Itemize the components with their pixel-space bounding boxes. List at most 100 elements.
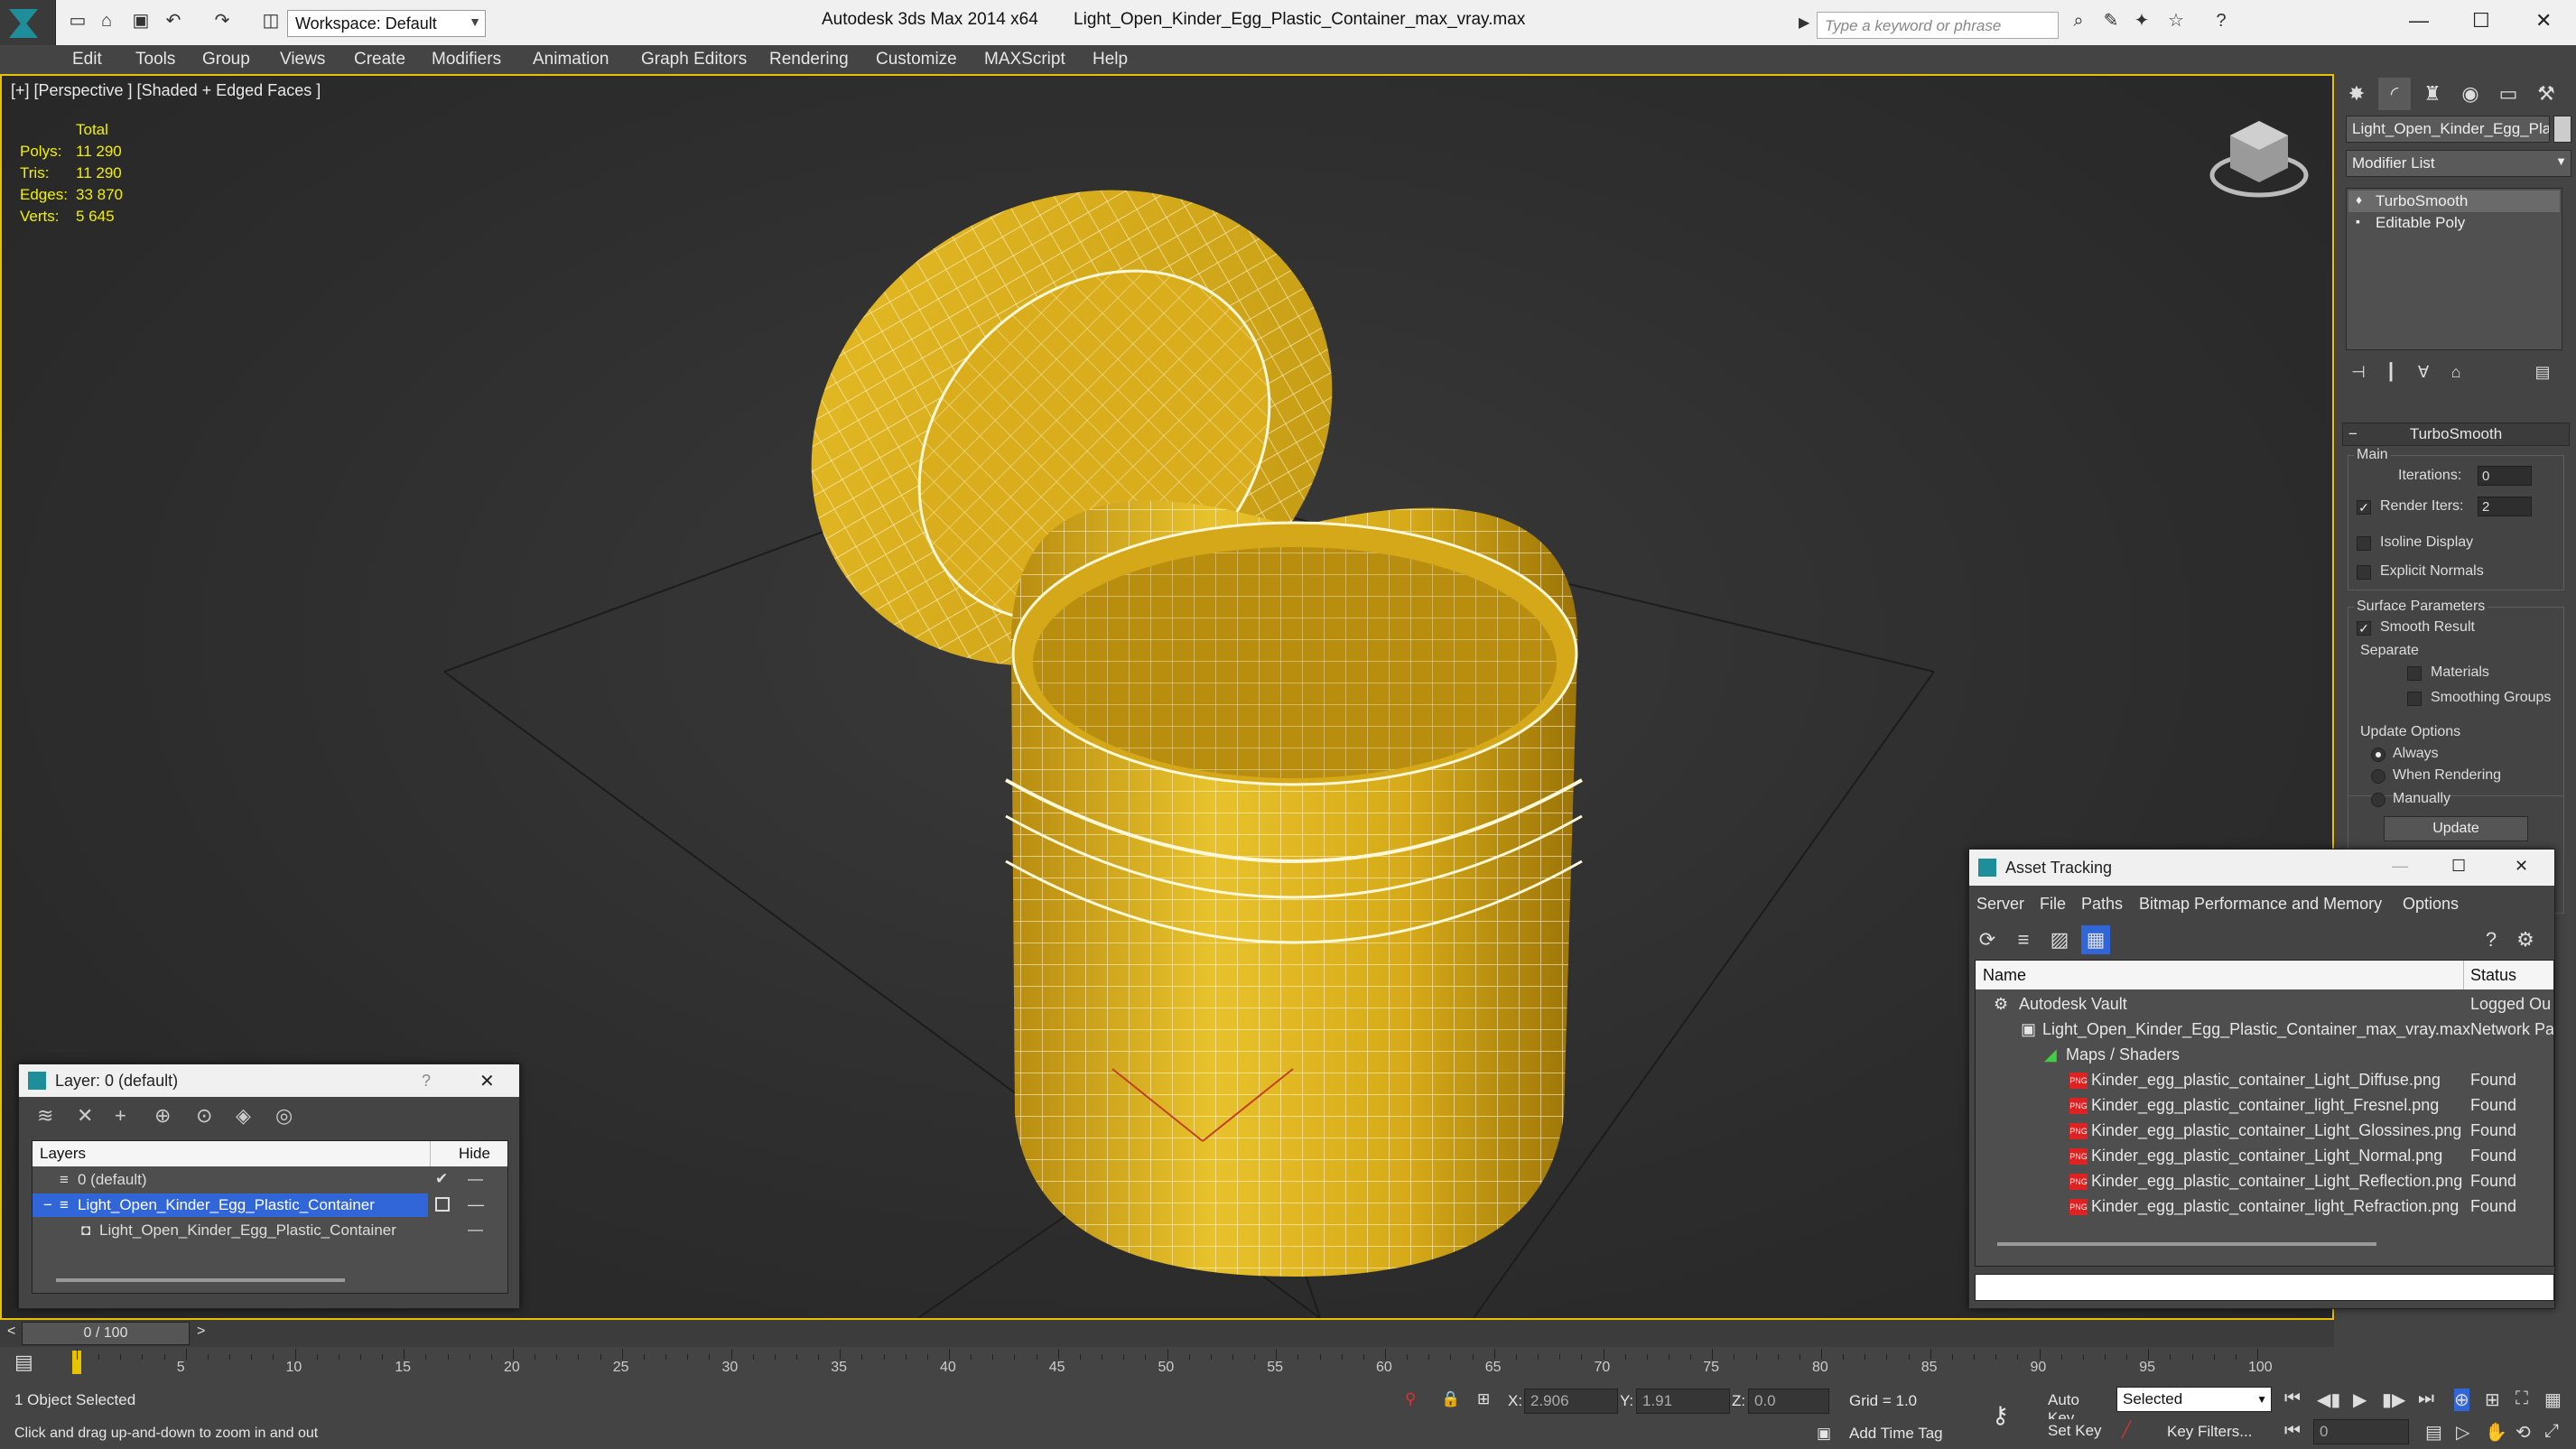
asset-row-vault[interactable]: ⚙ Autodesk Vault Logged Ou xyxy=(1976,991,2553,1017)
set-key-button[interactable]: Set Key xyxy=(2042,1419,2115,1444)
layer-row-container[interactable]: − ≡ Light_Open_Kinder_Egg_Plastic_Contai… xyxy=(33,1194,428,1217)
time-slider[interactable]: < 0 / 100 > xyxy=(0,1320,2334,1347)
stack-item-turbosmooth[interactable]: ♦ TurboSmooth xyxy=(2348,190,2560,212)
project-folder-icon[interactable]: ◫ xyxy=(260,12,282,33)
menu-options[interactable]: Options xyxy=(2403,895,2459,914)
close-icon[interactable]: ✕ xyxy=(2515,857,2528,876)
time-configuration-icon[interactable]: ▤ xyxy=(2425,1421,2442,1444)
hide-toggle[interactable]: — xyxy=(468,1221,483,1239)
previous-frame-icon[interactable]: < xyxy=(7,1324,15,1340)
object-color-swatch[interactable] xyxy=(2553,116,2571,143)
key-set-dropdown[interactable]: Selected ▼ xyxy=(2116,1387,2272,1412)
object-name-field[interactable]: Light_Open_Kinder_Egg_Plas xyxy=(2346,116,2550,143)
set-key-icon[interactable]: ⚷ xyxy=(1992,1401,2009,1429)
binoculars-icon[interactable]: ⌕ xyxy=(2068,12,2089,33)
orbit-icon[interactable]: ⟲ xyxy=(2516,1421,2531,1444)
add-selected-icon[interactable]: ⊕ xyxy=(154,1104,171,1128)
maximize-icon[interactable]: ☐ xyxy=(2472,9,2490,33)
remove-modifier-icon[interactable]: ⌂ xyxy=(2440,356,2472,388)
layer-manager-icon[interactable]: ≋ xyxy=(37,1104,53,1128)
smooth-result-checkbox[interactable]: ✓ xyxy=(2357,621,2371,636)
make-unique-icon[interactable]: ∀ xyxy=(2407,356,2440,388)
turbosmooth-rollout-header[interactable]: − TurboSmooth xyxy=(2342,423,2570,446)
z-coordinate-field[interactable]: 0.0 xyxy=(1748,1389,1829,1414)
show-end-result-icon[interactable]: ┃ xyxy=(2375,356,2407,388)
minimize-icon[interactable]: — xyxy=(2392,857,2408,876)
list-view-icon[interactable]: ≡ xyxy=(2009,925,2038,954)
default-in-out-tangents-icon[interactable]: ╱ xyxy=(2122,1421,2131,1439)
menu-animation[interactable]: Animation xyxy=(533,50,609,70)
menu-server[interactable]: Server xyxy=(1976,895,2024,914)
workspace-dropdown[interactable]: Workspace: Default ▼ xyxy=(287,10,486,37)
update-button[interactable]: Update xyxy=(2384,816,2528,841)
close-icon[interactable]: ✕ xyxy=(479,1070,495,1092)
hide-toggle[interactable]: — xyxy=(468,1170,483,1188)
table-view-icon[interactable]: ▦ xyxy=(2081,925,2110,954)
add-time-tag[interactable]: Add Time Tag xyxy=(1849,1425,1943,1443)
modify-tab-icon[interactable]: ◜ xyxy=(2378,78,2411,110)
utilities-tab-icon[interactable]: ⚒ xyxy=(2530,78,2562,110)
help-icon[interactable]: ? xyxy=(422,1072,431,1091)
menu-bitmap-performance[interactable]: Bitmap Performance and Memory xyxy=(2139,895,2382,914)
goto-start-icon[interactable]: ⏮ xyxy=(2284,1389,2301,1409)
menu-maxscript[interactable]: MAXScript xyxy=(984,50,1065,70)
create-tab-icon[interactable]: ✸ xyxy=(2340,78,2373,110)
smoothing-groups-checkbox[interactable] xyxy=(2407,692,2422,706)
modifier-list-dropdown[interactable]: Modifier List ▼ xyxy=(2346,150,2571,177)
current-layer-check-icon[interactable]: ✔ xyxy=(435,1170,448,1188)
asset-row-map[interactable]: PNG Kinder_egg_plastic_container_Light_Re… xyxy=(1976,1168,2553,1194)
open-file-icon[interactable]: ⌂ xyxy=(96,12,117,33)
delete-layer-icon[interactable]: ✕ xyxy=(77,1104,93,1128)
configure-sets-icon[interactable]: ▤ xyxy=(2526,356,2559,388)
menu-rendering[interactable]: Rendering xyxy=(769,50,849,70)
display-tab-icon[interactable]: ▭ xyxy=(2492,78,2525,110)
layer-window-titlebar[interactable]: Layer: 0 (default) ? ✕ xyxy=(19,1064,519,1097)
menu-edit[interactable]: Edit xyxy=(72,50,102,70)
current-frame-field[interactable]: 0 xyxy=(2313,1419,2409,1444)
new-file-icon[interactable]: ▭ xyxy=(67,12,88,33)
goto-end-icon[interactable]: ⏭ xyxy=(2418,1389,2434,1409)
auto-key-button[interactable]: Auto Key xyxy=(2042,1389,2115,1426)
hierarchy-tab-icon[interactable]: ♜ xyxy=(2416,78,2449,110)
help-icon[interactable]: ? xyxy=(2477,925,2506,954)
update-always-radio[interactable] xyxy=(2371,748,2385,762)
asset-row-map[interactable]: PNG Kinder_egg_plastic_container_light_Re… xyxy=(1976,1194,2553,1219)
asset-path-field[interactable] xyxy=(1975,1274,2554,1301)
favorites-star-icon[interactable]: ☆ xyxy=(2165,12,2187,33)
menu-group[interactable]: Group xyxy=(202,50,250,70)
explicit-normals-checkbox[interactable] xyxy=(2357,565,2371,580)
asset-row-map[interactable]: PNG Kinder_egg_plastic_container_Light_No… xyxy=(1976,1143,2553,1168)
asset-row-maps-shaders[interactable]: ◢ Maps / Shaders xyxy=(1976,1042,2553,1067)
render-iters-spinner[interactable]: 2 xyxy=(2478,497,2532,516)
maximize-icon[interactable]: ☐ xyxy=(2451,857,2466,876)
minimize-icon[interactable]: — xyxy=(2409,9,2429,33)
create-layer-icon[interactable]: + xyxy=(115,1104,126,1128)
menu-paths[interactable]: Paths xyxy=(2081,895,2123,914)
select-objects-icon[interactable]: ⊙ xyxy=(196,1104,212,1128)
menu-views[interactable]: Views xyxy=(280,50,325,70)
column-status[interactable]: Status xyxy=(2470,966,2516,985)
asset-row-map[interactable]: PNG Kinder_egg_plastic_container_Light_Gl… xyxy=(1976,1118,2553,1143)
play-icon[interactable]: ▶ xyxy=(2353,1389,2367,1411)
next-frame-icon[interactable]: > xyxy=(197,1324,205,1340)
stack-item-editable-poly[interactable]: ▪ Editable Poly xyxy=(2348,212,2560,234)
next-key-icon[interactable]: ▮▶ xyxy=(2382,1389,2405,1411)
asset-row-map[interactable]: PNG Kinder_egg_plastic_container_light_Fr… xyxy=(1976,1092,2553,1118)
asset-row-scene-file[interactable]: ▣ Light_Open_Kinder_Egg_Plastic_Containe… xyxy=(1976,1017,2553,1042)
communication-icon[interactable]: ✦ xyxy=(2131,12,2153,33)
redo-icon[interactable]: ↷ xyxy=(211,12,233,33)
layer-row-default[interactable]: ≡ 0 (default) ✔ — xyxy=(33,1168,507,1192)
asset-window-titlebar[interactable]: Asset Tracking — ☐ ✕ xyxy=(1969,850,2554,886)
motion-tab-icon[interactable]: ◉ xyxy=(2454,78,2487,110)
selection-lock-icon[interactable]: 🔒 xyxy=(1441,1390,1460,1408)
search-expand-icon[interactable]: ▶ xyxy=(1799,14,1809,32)
maximize-viewport-icon[interactable]: ⤢ xyxy=(2544,1421,2559,1442)
update-manually-radio[interactable] xyxy=(2371,793,2385,807)
highlight-layer-icon[interactable]: ◈ xyxy=(236,1104,251,1128)
object-row[interactable]: ◘ Light_Open_Kinder_Egg_Plastic_Containe… xyxy=(33,1219,507,1242)
viewport-label[interactable]: [+] [Perspective ] [Shaded + Edged Faces… xyxy=(11,81,321,100)
zoom-extents-icon[interactable]: ⛶ xyxy=(2516,1389,2528,1409)
hide-all-icon[interactable]: ◎ xyxy=(275,1104,293,1128)
key-filters-button[interactable]: Key Filters... xyxy=(2167,1423,2252,1441)
pin-stack-icon[interactable]: ⊣ xyxy=(2342,356,2375,388)
